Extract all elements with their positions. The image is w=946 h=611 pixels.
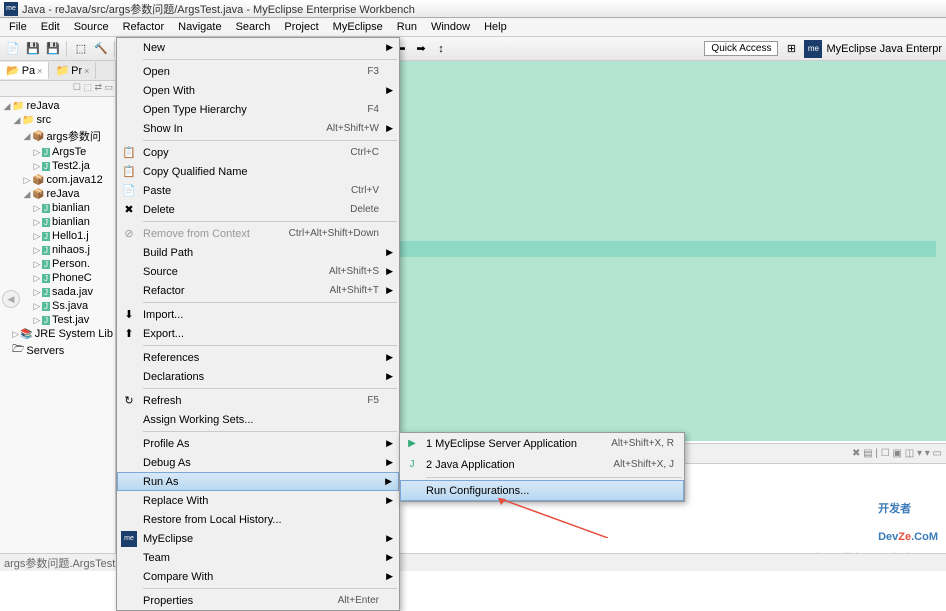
quick-access[interactable]: Quick Access (704, 41, 778, 56)
window-title: Java - reJava/src/args参数问题/ArgsTest.java… (22, 1, 415, 17)
menu-project[interactable]: Project (277, 19, 325, 35)
save-all-icon[interactable]: 💾 (44, 40, 62, 58)
tree-item[interactable]: ▷Jnihaos.j (0, 243, 115, 257)
menu-window[interactable]: Window (424, 19, 477, 35)
menu-item-delete[interactable]: ✖DeleteDelete (117, 200, 399, 219)
menu-edit[interactable]: Edit (34, 19, 67, 35)
tree-item[interactable]: ▷JTest.jav (0, 313, 115, 327)
last-icon[interactable]: ↕ (432, 40, 450, 58)
menu-item-restore-from-local-history-[interactable]: Restore from Local History... (117, 510, 399, 529)
menu-item-declarations[interactable]: Declarations▶ (117, 367, 399, 386)
menu-item-open[interactable]: OpenF3 (117, 62, 399, 81)
menu-item-refactor[interactable]: RefactorAlt+Shift+T▶ (117, 281, 399, 300)
menu-item-paste[interactable]: 📄PasteCtrl+V (117, 181, 399, 200)
menu-item-copy-qualified-name[interactable]: 📋Copy Qualified Name (117, 162, 399, 181)
menu-item-import-[interactable]: ⬇Import... (117, 305, 399, 324)
menu-navigate[interactable]: Navigate (171, 19, 228, 35)
menu-item-show-in[interactable]: Show InAlt+Shift+W▶ (117, 119, 399, 138)
run-as-submenu: ▶1 MyEclipse Server ApplicationAlt+Shift… (399, 432, 685, 502)
menu-item-properties[interactable]: PropertiesAlt+Enter (117, 591, 399, 610)
menu-item-build-path[interactable]: Build Path▶ (117, 243, 399, 262)
menu-item-references[interactable]: References▶ (117, 348, 399, 367)
perspective-icon[interactable]: me (804, 40, 822, 58)
menubar: FileEditSourceRefactorNavigateSearchProj… (0, 18, 946, 37)
tree-item[interactable]: ▷Jbianlian (0, 215, 115, 229)
submenu-item-myeclipse-server-application[interactable]: ▶1 MyEclipse Server ApplicationAlt+Shift… (400, 433, 684, 454)
menu-help[interactable]: Help (477, 19, 514, 35)
submenu-item-java-application[interactable]: J2 Java ApplicationAlt+Shift+X, J (400, 454, 684, 475)
tree-item[interactable]: 🗁Servers (0, 341, 115, 360)
menu-item-replace-with[interactable]: Replace With▶ (117, 491, 399, 510)
menu-source[interactable]: Source (67, 19, 116, 35)
menu-item-refresh[interactable]: ↻RefreshF5 (117, 391, 399, 410)
tree-item[interactable]: ▷Jbianlian (0, 201, 115, 215)
tree-item[interactable]: ▷📦com.java12 (0, 173, 115, 187)
panel-tools[interactable]: ✖ ▤ | ☐ ▣ ◫ ▾ ▾ ▭ (848, 448, 946, 459)
menu-item-profile-as[interactable]: Profile As▶ (117, 434, 399, 453)
menu-item-source[interactable]: SourceAlt+Shift+S▶ (117, 262, 399, 281)
context-menu: New▶ OpenF3Open With▶Open Type HierarchyF… (116, 37, 400, 611)
collapse-nav-icon[interactable]: ◀ (2, 290, 20, 308)
tree-item[interactable]: ◢📦args参数问 (0, 127, 115, 145)
status-path: args参数问题.ArgsTest.jav (4, 558, 132, 570)
menu-item-compare-with[interactable]: Compare With▶ (117, 567, 399, 586)
menu-item-open-type-hierarchy[interactable]: Open Type HierarchyF4 (117, 100, 399, 119)
tree-item[interactable]: ▷JHello1.j (0, 229, 115, 243)
menu-item-myeclipse[interactable]: meMyEclipse▶ (117, 529, 399, 548)
menu-item-export-[interactable]: ⬆Export... (117, 324, 399, 343)
open-perspective-icon[interactable]: ⊞ (782, 40, 800, 58)
tree-item[interactable]: ◢📦reJava (0, 187, 115, 201)
sidebar-tab-pa[interactable]: 📂Pa× (0, 62, 49, 79)
menu-item-run-as[interactable]: Run As▶ (117, 472, 399, 491)
view-toolbar[interactable]: ☐ ⬚ ⇄ ▭ (0, 81, 115, 97)
menu-item-new[interactable]: New▶ (117, 38, 399, 57)
submenu-item-run-configurations-[interactable]: Run Configurations... (400, 480, 684, 501)
perspective-label[interactable]: MyEclipse Java Enterpr (826, 43, 942, 55)
sidebar-tabs: 📂Pa×📁Pr× (0, 61, 115, 81)
tree-item[interactable]: ▷JTest2.ja (0, 159, 115, 173)
menu-item-debug-as[interactable]: Debug As▶ (117, 453, 399, 472)
menu-run[interactable]: Run (390, 19, 424, 35)
titlebar: me Java - reJava/src/args参数问题/ArgsTest.j… (0, 0, 946, 18)
sidebar: 📂Pa×📁Pr× ☐ ⬚ ⇄ ▭ ◢📁reJava◢📁src◢📦args参数问▷… (0, 61, 116, 553)
menu-refactor[interactable]: Refactor (116, 19, 172, 35)
tree-item[interactable]: ◢📁reJava (0, 99, 115, 113)
save-icon[interactable]: 💾 (24, 40, 42, 58)
new-icon[interactable]: 📄 (4, 40, 22, 58)
tree-item[interactable]: ◢📁src (0, 113, 115, 127)
menu-item-open-with[interactable]: Open With▶ (117, 81, 399, 100)
menu-search[interactable]: Search (229, 19, 278, 35)
project-tree: ◢📁reJava◢📁src◢📦args参数问▷JArgsTe▷JTest2.ja… (0, 97, 115, 553)
build-icon[interactable]: 🔨 (92, 40, 110, 58)
menu-file[interactable]: File (2, 19, 34, 35)
tree-item[interactable]: ▷JArgsTe (0, 145, 115, 159)
forward-icon[interactable]: ➡ (412, 40, 430, 58)
menu-item-team[interactable]: Team▶ (117, 548, 399, 567)
tree-item[interactable]: ▷JPerson. (0, 257, 115, 271)
tree-item[interactable]: ▷JPhoneC (0, 271, 115, 285)
toggle-icon[interactable]: ⬚ (72, 40, 90, 58)
menu-item-remove-from-context: ⊘Remove from ContextCtrl+Alt+Shift+Down (117, 224, 399, 243)
app-icon: me (4, 2, 18, 16)
tree-item[interactable]: ▷📚JRE System Lib (0, 327, 115, 341)
menu-myeclipse[interactable]: MyEclipse (326, 19, 390, 35)
sidebar-tab-pr[interactable]: 📁Pr× (49, 62, 96, 79)
menu-item-copy[interactable]: 📋CopyCtrl+C (117, 143, 399, 162)
menu-item-assign-working-sets-[interactable]: Assign Working Sets... (117, 410, 399, 429)
